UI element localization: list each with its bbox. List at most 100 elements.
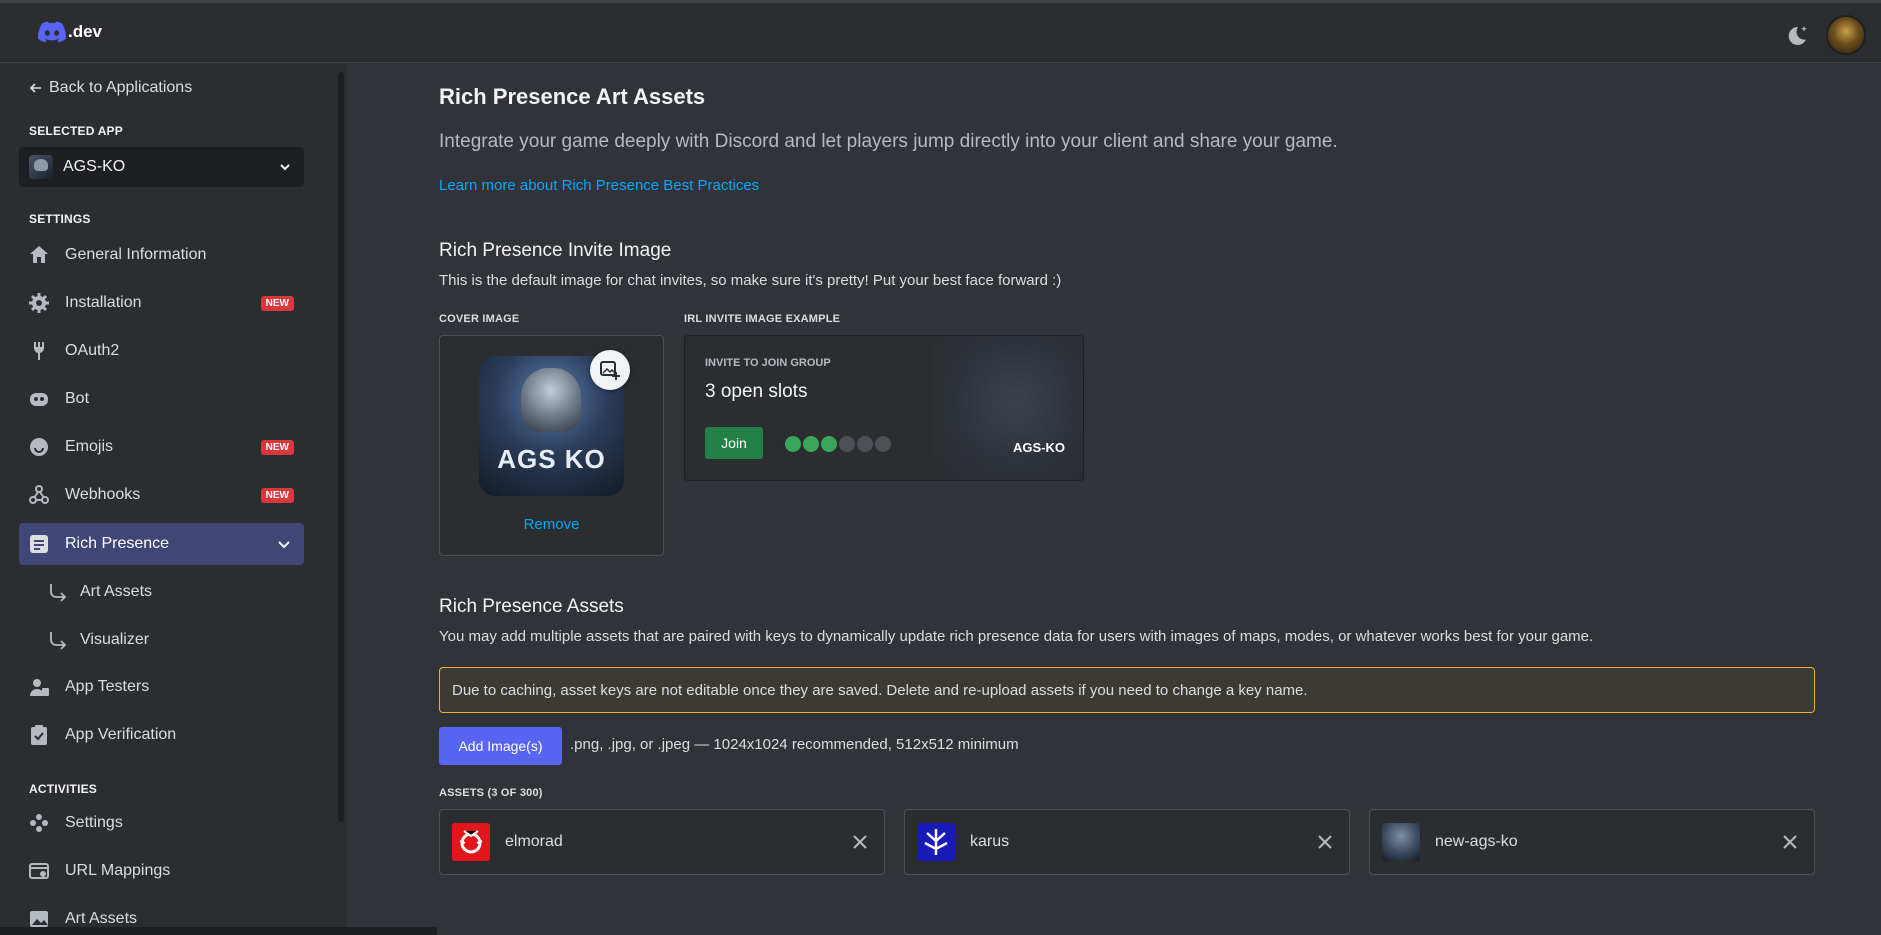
sidebar-item-url-mappings[interactable]: URL Mappings (19, 850, 304, 892)
arrow-left-icon (29, 83, 41, 93)
chevron-down-icon (280, 164, 290, 171)
invite-app-name: AGS-KO (1013, 440, 1065, 455)
top-bar: .dev (0, 3, 1881, 63)
app-selector-dropdown[interactable]: AGS-KO (19, 147, 304, 187)
assets-desc: You may add multiple assets that are pai… (439, 628, 1594, 645)
asset-thumbnail (452, 823, 490, 861)
party-slot-filled (801, 434, 821, 454)
invite-image-title: Rich Presence Invite Image (439, 240, 672, 261)
sidebar-subitem-art-assets[interactable]: Art Assets (48, 572, 152, 612)
asset-thumbnail (1382, 823, 1420, 861)
party-slot-filled (783, 434, 803, 454)
subitem-branch-icon (50, 632, 67, 650)
invite-image-desc: This is the default image for chat invit… (439, 272, 1062, 289)
asset-name: karus (970, 833, 1010, 850)
close-icon[interactable] (1315, 832, 1335, 852)
controller-icon (27, 811, 51, 835)
asset-card-elmorad[interactable]: elmorad (439, 809, 885, 875)
sidebar-item-label: Settings (65, 814, 123, 831)
sidebar-item-label: Bot (65, 390, 90, 407)
back-label: Back to Applications (49, 79, 193, 96)
new-badge: NEW (260, 295, 294, 311)
invite-example-card: INVITE TO JOIN GROUP 3 open slots Join A… (684, 335, 1084, 481)
caching-warning: Due to caching, asset keys are not edita… (439, 667, 1815, 713)
gear-icon (27, 291, 51, 315)
avatar[interactable] (1826, 15, 1866, 55)
close-icon[interactable] (1780, 832, 1800, 852)
url-icon (27, 859, 51, 883)
add-image-button[interactable] (590, 350, 630, 390)
webhook-icon (27, 483, 51, 507)
cover-image-label: COVER IMAGE (439, 313, 520, 325)
chevron-down-icon[interactable] (276, 536, 292, 552)
sidebar-item-app-testers[interactable]: App Testers (19, 666, 304, 708)
sidebar: Back to Applications SELECTED APP AGS-KO… (0, 64, 346, 935)
moon-star-icon-svg (1788, 26, 1807, 45)
main-content: Rich Presence Art Assets Integrate your … (346, 64, 1881, 935)
sidebar-item-oauth2[interactable]: OAuth2 (19, 330, 304, 372)
sidebar-item-label: Emojis (65, 438, 114, 455)
image-plus-icon (600, 361, 620, 380)
sidebar-subitem-label: Art Assets (80, 583, 153, 600)
assets-count-label: ASSETS (3 OF 300) (439, 787, 543, 799)
sidebar-item-label: URL Mappings (65, 862, 171, 879)
sidebar-item-app-verification[interactable]: App Verification (19, 714, 304, 756)
party-slot-empty (873, 434, 893, 454)
invite-background-image (933, 336, 1083, 480)
sidebar-item-label: App Testers (65, 678, 150, 695)
wrench-icon (27, 339, 51, 363)
asset-card-new-ags-ko[interactable]: new-ags-ko (1369, 809, 1815, 875)
subitem-branch-icon (50, 584, 67, 602)
clipboard-check-icon (27, 723, 51, 747)
close-icon[interactable] (850, 832, 870, 852)
asset-card-karus[interactable]: karus (904, 809, 1350, 875)
asset-name: new-ags-ko (1435, 833, 1518, 850)
smile-icon (27, 435, 51, 459)
testers-icon (27, 675, 51, 699)
app-thumbnail (29, 155, 53, 179)
bot-icon (27, 387, 51, 411)
home-icon (27, 243, 51, 267)
status-url-bar (0, 927, 437, 935)
add-images-button[interactable]: Add Image(s) (439, 727, 562, 765)
moon-star-icon[interactable] (1784, 23, 1810, 49)
sidebar-item-label: App Verification (65, 726, 177, 743)
party-slot-filled (819, 434, 839, 454)
sidebar-item-rich-presence[interactable]: Rich Presence (19, 523, 304, 565)
sidebar-item-activity-settings[interactable]: Settings (19, 802, 304, 844)
activities-heading: ACTIVITIES (29, 782, 98, 796)
party-slot-empty (855, 434, 875, 454)
app-selector-label: AGS-KO (63, 158, 126, 175)
new-badge: NEW (260, 439, 294, 455)
sidebar-item-label: General Information (65, 246, 207, 263)
asset-thumbnail (917, 823, 955, 861)
sidebar-subitem-visualizer[interactable]: Visualizer (48, 620, 149, 660)
sidebar-item-installation[interactable]: Installation NEW (19, 282, 304, 324)
discord-dev-logo[interactable]: .dev (38, 21, 102, 43)
sidebar-item-general-information[interactable]: General Information (19, 234, 304, 276)
page-intro: Integrate your game deeply with Discord … (439, 131, 1338, 152)
sidebar-item-label: OAuth2 (65, 342, 120, 359)
list-icon (27, 532, 51, 556)
learn-more-link[interactable]: Learn more about Rich Presence Best Prac… (439, 177, 759, 194)
sidebar-item-label: Installation (65, 294, 142, 311)
logo-text: .dev (68, 22, 103, 41)
file-format-hint: .png, .jpg, or .jpeg — 1024x1024 recomme… (570, 736, 1019, 753)
sidebar-item-bot[interactable]: Bot (19, 378, 304, 420)
open-slots-text: 3 open slots (705, 381, 808, 402)
new-badge: NEW (260, 487, 294, 503)
remove-cover-link[interactable]: Remove (440, 516, 663, 533)
asset-name: elmorad (505, 833, 563, 850)
join-button[interactable]: Join (705, 427, 763, 459)
sidebar-scrollbar[interactable] (338, 72, 344, 822)
assets-title: Rich Presence Assets (439, 596, 624, 617)
discord-logo-icon (38, 21, 66, 43)
back-to-applications-link[interactable]: Back to Applications (29, 79, 192, 97)
cover-image-text: AGS KO (497, 444, 606, 474)
page-title: Rich Presence Art Assets (439, 84, 706, 109)
sidebar-item-label: Rich Presence (65, 535, 170, 552)
invite-card-title: INVITE TO JOIN GROUP (705, 357, 831, 369)
sidebar-item-webhooks[interactable]: Webhooks NEW (19, 474, 304, 516)
invite-example-label: IRL INVITE IMAGE EXAMPLE (684, 313, 841, 325)
sidebar-item-emojis[interactable]: Emojis NEW (19, 426, 304, 468)
